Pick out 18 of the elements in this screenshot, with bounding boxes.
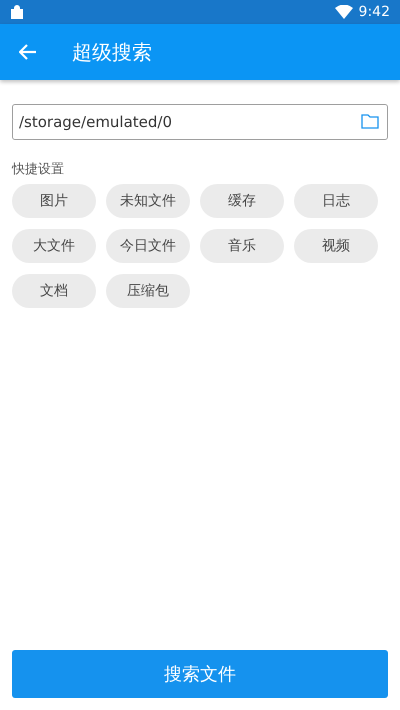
quick-filter-chip[interactable]: 图片 <box>12 184 96 218</box>
shopping-bag-icon <box>10 5 24 19</box>
folder-icon[interactable] <box>361 114 379 129</box>
section-label: 快捷设置 <box>12 161 65 178</box>
quick-filter-chip[interactable]: 视频 <box>294 229 378 263</box>
back-arrow-icon <box>19 44 37 60</box>
quick-filter-chip[interactable]: 压缩包 <box>106 274 190 308</box>
quick-filter-chip[interactable]: 音乐 <box>200 229 284 263</box>
screen-title: 超级搜索 <box>72 38 152 66</box>
clock: 9:42 <box>358 4 390 20</box>
quick-filter-chip[interactable]: 日志 <box>294 184 378 218</box>
quick-filter-chip[interactable]: 今日文件 <box>106 229 190 263</box>
wifi-icon <box>334 5 353 19</box>
path-field[interactable]: /storage/emulated/0 <box>12 104 388 140</box>
quick-filter-chip[interactable]: 未知文件 <box>106 184 190 218</box>
quick-filter-chip[interactable]: 大文件 <box>12 229 96 263</box>
quick-filter-chip[interactable]: 文档 <box>12 274 96 308</box>
quick-filter-chip[interactable]: 缓存 <box>200 184 284 218</box>
